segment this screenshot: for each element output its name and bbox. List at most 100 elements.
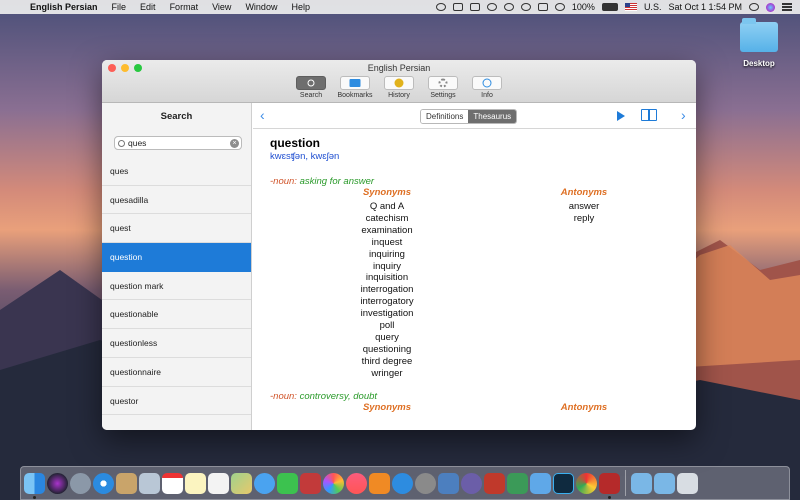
- toolbar-search-label: Search: [299, 92, 323, 99]
- play-pronunciation-icon[interactable]: [617, 111, 625, 121]
- title-bar: English Persian Search Bookmarks History…: [102, 60, 696, 103]
- ibooks-icon[interactable]: [369, 472, 390, 494]
- app-store-icon[interactable]: [392, 472, 413, 494]
- menu-help[interactable]: Help: [284, 2, 317, 12]
- finder-icon[interactable]: [24, 472, 45, 499]
- safari-icon[interactable]: [93, 472, 114, 494]
- toolbar-info[interactable]: Info: [468, 76, 506, 99]
- tab-thesaurus[interactable]: Thesaurus: [468, 110, 517, 123]
- photoshop-icon[interactable]: [553, 472, 574, 494]
- menu-edit[interactable]: Edit: [133, 2, 163, 12]
- reminders-icon[interactable]: [208, 472, 229, 494]
- part-of-speech: -noun:: [270, 391, 297, 402]
- applications-folder-icon[interactable]: [631, 472, 652, 494]
- contacts-icon[interactable]: [116, 472, 137, 494]
- trash-icon[interactable]: [677, 472, 698, 494]
- info-icon: [482, 78, 492, 88]
- display-icon[interactable]: [435, 3, 446, 11]
- maps-icon[interactable]: [231, 472, 252, 494]
- spotlight-icon[interactable]: [749, 3, 759, 11]
- sense-heading: -noun: asking for answer: [270, 176, 696, 187]
- tab-definitions[interactable]: Definitions: [421, 110, 469, 123]
- app-window: English Persian Search Bookmarks History…: [102, 60, 696, 430]
- app-icon[interactable]: [484, 472, 505, 494]
- bookmarks-icon: [349, 79, 361, 87]
- antonyms-header: Antonyms: [560, 187, 608, 198]
- menu-file[interactable]: File: [105, 2, 134, 12]
- list-item[interactable]: quest: [102, 214, 251, 244]
- app-menu[interactable]: English Persian: [22, 2, 105, 12]
- sidebar: Search ques × ques quesadilla quest ques…: [102, 103, 252, 430]
- clock-status-icon[interactable]: [486, 3, 497, 11]
- sense-heading: -noun: controversy, doubt: [270, 391, 696, 402]
- messages-icon[interactable]: [254, 472, 275, 494]
- wifi-icon[interactable]: [520, 3, 531, 11]
- toolbar: Search Bookmarks History Settings Info: [102, 76, 696, 99]
- toolbar-settings[interactable]: Settings: [424, 76, 462, 99]
- android-studio-icon[interactable]: [507, 472, 528, 494]
- notes-icon[interactable]: [185, 472, 206, 494]
- calendar-icon[interactable]: [162, 472, 183, 494]
- desktop-folder[interactable]: Desktop: [736, 18, 782, 68]
- list-item[interactable]: ques: [102, 157, 251, 186]
- siri-dock-icon[interactable]: [47, 472, 68, 494]
- folder-icon: [740, 18, 778, 52]
- xcode-icon[interactable]: [438, 472, 459, 494]
- toolbar-history[interactable]: History: [380, 76, 418, 99]
- settings-icon: [438, 78, 448, 88]
- history-icon: [394, 78, 404, 88]
- list-item[interactable]: questionable: [102, 300, 251, 330]
- photo-booth-icon[interactable]: [300, 472, 321, 494]
- list-item[interactable]: questionnaire: [102, 358, 251, 387]
- window-body: Search ques × ques quesadilla quest ques…: [102, 103, 696, 430]
- sense-label: asking for answer: [299, 176, 375, 187]
- battery-percent[interactable]: 100%: [572, 2, 595, 12]
- us-flag-icon[interactable]: [624, 3, 637, 11]
- search-input[interactable]: ques: [128, 138, 230, 148]
- launchpad-icon[interactable]: [70, 472, 91, 494]
- menu-window[interactable]: Window: [238, 2, 284, 12]
- antonyms-header: Antonyms: [560, 402, 608, 413]
- mail-stamp-icon[interactable]: [139, 472, 160, 494]
- part-of-speech: -noun:: [270, 176, 297, 187]
- dictionary-app-icon[interactable]: [599, 472, 620, 499]
- downloads-folder-icon[interactable]: [654, 472, 675, 494]
- battery-icon[interactable]: [601, 3, 618, 11]
- chrome-icon[interactable]: [576, 472, 597, 494]
- pen-icon[interactable]: [452, 3, 463, 11]
- toolbar-bookmarks[interactable]: Bookmarks: [336, 76, 374, 99]
- bluetooth-icon[interactable]: [503, 3, 514, 11]
- word-list: ques quesadilla quest question question …: [102, 157, 251, 416]
- siri-icon[interactable]: [766, 2, 775, 12]
- notification-center-icon[interactable]: [782, 3, 792, 11]
- app-icon[interactable]: [461, 472, 482, 494]
- menu-clock[interactable]: Sat Oct 1 1:54 PM: [668, 2, 742, 12]
- open-book-icon[interactable]: [641, 109, 657, 121]
- app-icon[interactable]: [530, 472, 551, 494]
- view-segmented-control: Definitions Thesaurus: [420, 109, 518, 124]
- synonym-table: Synonyms Antonyms Q and A catechism exam…: [270, 187, 696, 387]
- list-item[interactable]: questionless: [102, 329, 251, 358]
- itunes-icon[interactable]: [346, 472, 367, 494]
- list-item[interactable]: questor: [102, 387, 251, 416]
- search-field[interactable]: ques ×: [114, 136, 242, 150]
- list-item[interactable]: quesadilla: [102, 186, 251, 215]
- system-preferences-icon[interactable]: [415, 472, 436, 494]
- input-source[interactable]: U.S.: [644, 2, 662, 12]
- menu-format[interactable]: Format: [163, 2, 206, 12]
- back-chevron-icon[interactable]: ‹: [260, 107, 265, 123]
- volume-icon[interactable]: [554, 3, 565, 11]
- facetime-icon[interactable]: [277, 472, 298, 494]
- screen-icon[interactable]: [469, 3, 480, 11]
- list-item-selected[interactable]: question: [102, 243, 251, 272]
- synonyms-list: Q and A catechism examination inquest in…: [360, 201, 414, 379]
- forward-chevron-icon[interactable]: ›: [681, 107, 686, 123]
- list-item[interactable]: question mark: [102, 272, 251, 301]
- clear-search-icon[interactable]: ×: [230, 138, 239, 148]
- photos-icon[interactable]: [323, 472, 344, 494]
- sidebar-title: Search: [160, 111, 193, 122]
- airplay-icon[interactable]: [537, 3, 548, 11]
- toolbar-search[interactable]: Search: [292, 76, 330, 99]
- toolbar-settings-label: Settings: [430, 92, 456, 99]
- menu-view[interactable]: View: [205, 2, 238, 12]
